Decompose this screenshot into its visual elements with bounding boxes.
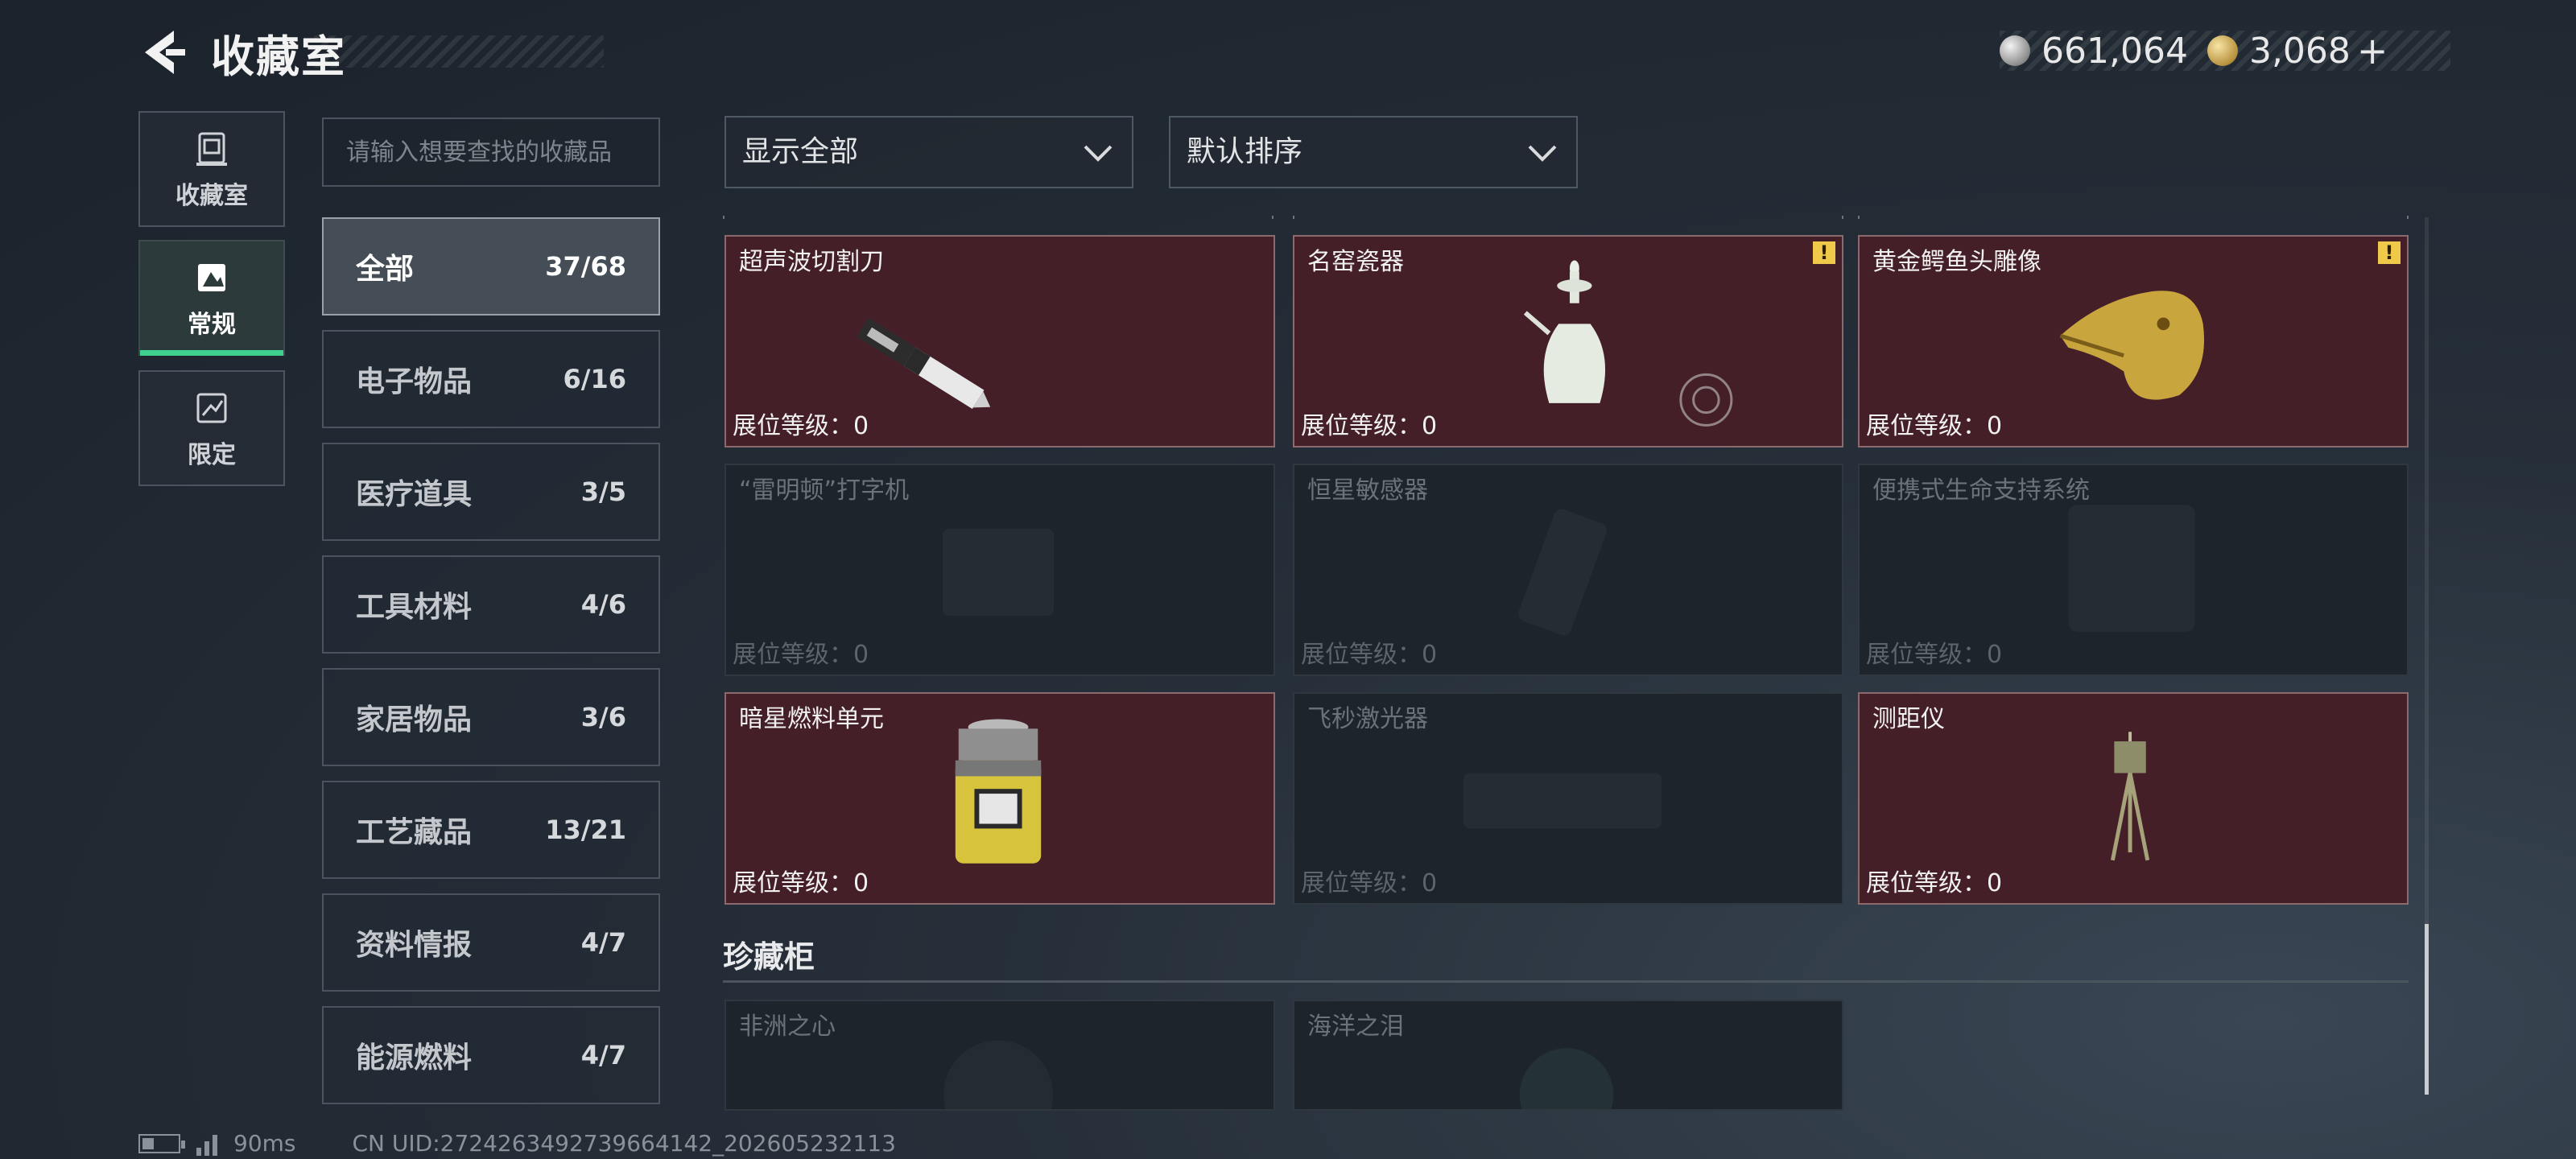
collectible-card-locked[interactable]: “雷明顿”打字机 展位等级：0 <box>724 464 1275 676</box>
scrolled-card-edge <box>723 216 1274 219</box>
warning-badge-icon: ! <box>1813 241 1835 264</box>
sort-dropdown[interactable]: 默认排序 <box>1169 116 1578 188</box>
item-name: 名窑瓷器 <box>1307 248 1404 276</box>
display-filter-value: 显示全部 <box>742 135 859 168</box>
gold-amount: 3,068 <box>2248 30 2351 72</box>
category-count: 4/6 <box>580 589 626 620</box>
title-decoration <box>314 35 604 68</box>
collectible-card[interactable]: 黄金鳄鱼头雕像 ! 展位等级：0 <box>1858 235 2409 448</box>
category-crafts[interactable]: 工艺藏品 13/21 <box>322 781 660 879</box>
item-name: 海洋之泪 <box>1307 1013 1404 1041</box>
display-filter-dropdown[interactable]: 显示全部 <box>724 116 1133 188</box>
category-count: 4/7 <box>580 927 626 958</box>
collectible-card-locked[interactable]: 恒星敏感器 展位等级：0 <box>1293 464 1843 676</box>
category-count: 4/7 <box>580 1040 626 1070</box>
scrollbar-thumb[interactable] <box>2425 924 2429 1095</box>
item-level: 展位等级：0 <box>1866 869 2003 897</box>
limited-icon <box>196 393 227 423</box>
category-count: 3/5 <box>580 476 626 507</box>
item-level: 展位等级：0 <box>733 412 869 440</box>
item-level: 展位等级：0 <box>1301 869 1438 897</box>
chevron-down-icon <box>1084 145 1113 162</box>
category-name: 全部 <box>356 253 415 286</box>
silver-coin-icon <box>2000 35 2030 66</box>
collectible-card[interactable]: 测距仪 展位等级：0 <box>1858 692 2409 905</box>
item-name: 便携式生命支持系统 <box>1872 476 2090 505</box>
treasure-card-locked[interactable]: 非洲之心 <box>724 1000 1275 1111</box>
item-level: 展位等级：0 <box>1301 412 1438 440</box>
tab-label: 常规 <box>188 311 236 339</box>
category-energy[interactable]: 能源燃料 4/7 <box>322 1006 660 1104</box>
warning-badge-icon: ! <box>2378 241 2401 264</box>
tab-label: 限定 <box>188 441 236 469</box>
item-name: 测距仪 <box>1872 705 1945 733</box>
category-name: 电子物品 <box>356 365 473 398</box>
item-name: 超声波切割刀 <box>739 248 884 276</box>
tab-regular[interactable]: 常规 <box>138 240 285 356</box>
search-input[interactable] <box>322 118 660 187</box>
category-count: 37/68 <box>545 251 626 282</box>
category-count: 13/21 <box>545 815 626 845</box>
scrolled-card-edge <box>1293 216 1843 219</box>
signal-icon <box>196 1132 217 1156</box>
collectible-card-locked[interactable]: 便携式生命支持系统 展位等级：0 <box>1858 464 2409 676</box>
collectible-card[interactable]: 暗星燃料单元 展位等级：0 <box>724 692 1275 905</box>
category-all[interactable]: 全部 37/68 <box>322 217 660 316</box>
section-title: 珍藏柜 <box>723 939 815 975</box>
item-name: 非洲之心 <box>739 1013 836 1041</box>
category-intel[interactable]: 资料情报 4/7 <box>322 893 660 992</box>
item-level: 展位等级：0 <box>1866 641 2003 669</box>
add-currency-button[interactable]: + <box>2357 29 2388 72</box>
item-level: 展位等级：0 <box>733 641 869 669</box>
item-name: 黄金鳄鱼头雕像 <box>1872 248 2041 276</box>
collectible-card[interactable]: 名窑瓷器 ! 展位等级：0 <box>1293 235 1843 448</box>
tab-collection-room[interactable]: 收藏室 <box>138 111 285 227</box>
category-name: 资料情报 <box>356 929 473 962</box>
status-footer: 90ms CN UID:27242634927396641​42_2026052… <box>138 1130 896 1157</box>
currency-bar: 661,064 3,068 + <box>2000 29 2450 72</box>
item-name: 暗星燃料单元 <box>739 705 884 733</box>
category-name: 家居物品 <box>356 703 473 736</box>
category-name: 能源燃料 <box>356 1041 473 1074</box>
item-level: 展位等级：0 <box>733 869 869 897</box>
silver-amount: 661,064 <box>2041 30 2188 72</box>
regular-icon <box>198 264 225 291</box>
uid-text: CN UID:27242634927396641​42_202605232113 <box>352 1130 896 1157</box>
collection-room-icon <box>196 132 227 166</box>
item-level: 展位等级：0 <box>1866 412 2003 440</box>
battery-icon <box>138 1133 185 1153</box>
category-name: 医疗道具 <box>356 478 473 511</box>
scrolled-card-edge <box>1858 216 2409 219</box>
category-name: 工艺藏品 <box>356 816 473 849</box>
sort-value: 默认排序 <box>1187 135 1303 168</box>
category-medical[interactable]: 医疗道具 3/5 <box>322 443 660 541</box>
item-name: 恒星敏感器 <box>1307 476 1428 505</box>
back-arrow-icon[interactable] <box>138 27 187 77</box>
collectible-card[interactable]: 超声波切割刀 展位等级：0 <box>724 235 1275 448</box>
category-name: 工具材料 <box>356 591 473 624</box>
category-count: 3/6 <box>580 702 626 732</box>
chevron-down-icon <box>1528 145 1557 162</box>
collectible-card-locked[interactable]: 飞秒激光器 展位等级：0 <box>1293 692 1843 905</box>
item-level: 展位等级：0 <box>1301 641 1438 669</box>
section-divider <box>723 980 2409 983</box>
tab-label: 收藏室 <box>175 182 248 210</box>
category-count: 6/16 <box>563 364 626 394</box>
item-name: 飞秒激光器 <box>1307 705 1428 733</box>
gold-coin-icon <box>2207 35 2238 66</box>
tab-limited[interactable]: 限定 <box>138 370 285 486</box>
item-name: “雷明顿”打字机 <box>739 476 910 505</box>
treasure-card-locked[interactable]: 海洋之泪 <box>1293 1000 1843 1111</box>
category-tools[interactable]: 工具材料 4/6 <box>322 555 660 654</box>
ping-value: 90ms <box>233 1130 296 1157</box>
category-household[interactable]: 家居物品 3/6 <box>322 668 660 766</box>
category-electronics[interactable]: 电子物品 6/16 <box>322 330 660 428</box>
